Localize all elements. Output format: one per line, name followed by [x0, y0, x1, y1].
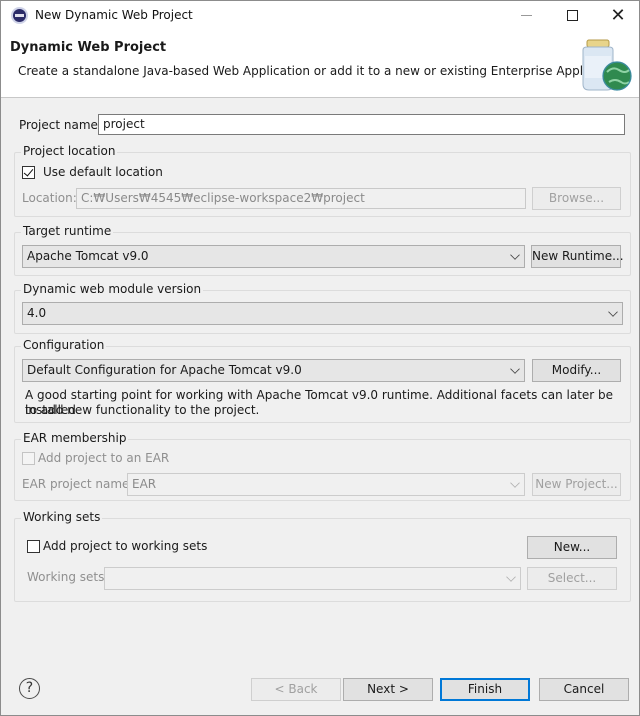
module-version-value: 4.0 [27, 306, 47, 320]
finish-button[interactable]: Finish [440, 678, 530, 701]
module-version-title: Dynamic web module version [21, 282, 204, 296]
wizard-banner: Dynamic Web Project Create a standalone … [1, 30, 639, 98]
ear-project-name-select[interactable]: EAR [127, 473, 525, 496]
next-button[interactable]: Next > [343, 678, 433, 701]
add-to-ear-checkbox[interactable] [22, 452, 35, 465]
new-runtime-button[interactable]: New Runtime... [531, 245, 624, 268]
chevron-down-icon [510, 250, 520, 260]
chevron-down-icon [510, 478, 520, 488]
location-label: Location: [22, 191, 77, 205]
eclipse-icon [11, 7, 28, 24]
chevron-down-icon [506, 572, 516, 582]
title-bar: New Dynamic Web Project ✕ [1, 1, 639, 30]
module-version-select[interactable]: 4.0 [22, 302, 623, 325]
minimize-button[interactable] [503, 1, 549, 30]
browse-button[interactable]: Browse... [532, 187, 621, 210]
target-runtime-title: Target runtime [21, 224, 114, 238]
use-default-location-checkbox[interactable] [22, 166, 35, 179]
new-ear-project-button[interactable]: New Project... [532, 473, 621, 496]
maximize-icon [566, 10, 578, 21]
target-runtime-select[interactable]: Apache Tomcat v9.0 [22, 245, 525, 268]
project-name-label: Project name: [19, 118, 102, 132]
configuration-title: Configuration [21, 338, 107, 352]
modify-button[interactable]: Modify... [532, 359, 621, 382]
add-to-ear-label: Add project to an EAR [38, 451, 170, 465]
working-sets-label: Working sets: [27, 570, 109, 584]
add-to-working-sets-label: Add project to working sets [43, 539, 208, 553]
banner-title: Dynamic Web Project [10, 40, 167, 55]
configuration-description-line2: to add new functionality to the project. [25, 403, 260, 417]
target-runtime-value: Apache Tomcat v9.0 [27, 249, 149, 263]
add-to-working-sets-checkbox[interactable] [27, 540, 40, 553]
help-icon[interactable]: ? [19, 678, 40, 699]
use-default-location-label: Use default location [43, 165, 163, 179]
new-working-set-button[interactable]: New... [527, 536, 617, 559]
working-sets-select[interactable] [104, 567, 521, 590]
working-sets-title: Working sets [21, 510, 103, 524]
close-icon: ✕ [610, 4, 626, 26]
window-title: New Dynamic Web Project [35, 8, 193, 22]
configuration-value: Default Configuration for Apache Tomcat … [27, 363, 302, 377]
ear-project-name-label: EAR project name: [22, 477, 134, 491]
configuration-select[interactable]: Default Configuration for Apache Tomcat … [22, 359, 525, 382]
cancel-button[interactable]: Cancel [539, 678, 629, 701]
web-project-jar-globe-icon [582, 39, 632, 91]
back-button[interactable]: < Back [251, 678, 341, 701]
close-button[interactable]: ✕ [595, 1, 640, 30]
select-working-sets-button[interactable]: Select... [527, 567, 617, 590]
chevron-down-icon [608, 307, 618, 317]
ear-project-name-value: EAR [132, 477, 157, 491]
project-location-title: Project location [21, 144, 118, 158]
ear-membership-title: EAR membership [21, 431, 129, 445]
chevron-down-icon [510, 364, 520, 374]
project-name-input[interactable]: project [98, 114, 625, 135]
dialog-window: New Dynamic Web Project ✕ Dynamic Web Pr… [0, 0, 640, 716]
minimize-icon [520, 15, 532, 16]
location-input[interactable]: C:₩Users₩4545₩eclipse-workspace2₩project [76, 188, 526, 209]
banner-description: Create a standalone Java-based Web Appli… [18, 64, 628, 78]
maximize-button[interactable] [549, 1, 595, 30]
